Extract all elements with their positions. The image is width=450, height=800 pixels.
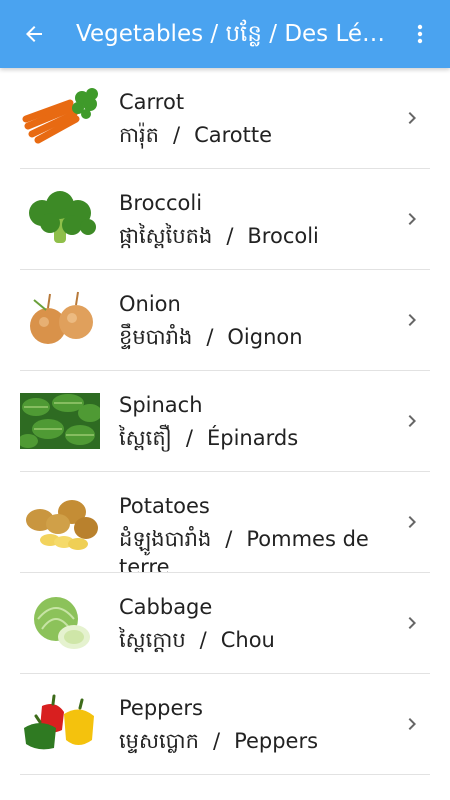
- item-name-fr: Chou: [220, 628, 275, 652]
- app-bar: Vegetables / បន្លែ / Des Légumes: [0, 0, 450, 68]
- chevron-right-icon: [408, 718, 416, 730]
- cabbage-image: [34, 597, 90, 649]
- item-name-en: Carrot: [119, 90, 185, 114]
- item-translations: ស្ពៃតឿ / Épinards: [119, 424, 389, 452]
- carrot-image: [22, 88, 98, 144]
- item-name-fr: Brocoli: [247, 224, 319, 248]
- separator: /: [226, 224, 234, 248]
- separator: /: [199, 628, 207, 652]
- item-name-km: ស្ពៃក្តោប: [119, 628, 186, 652]
- item-name-km: ដំឡូងបារាំង: [119, 527, 212, 551]
- item-translations: ខ្ទឹមបារាំង / Oignon: [119, 323, 389, 351]
- separator: /: [225, 527, 233, 551]
- item-name-fr: Oignon: [227, 325, 303, 349]
- item-translations: ការ៉ុត / Carotte: [119, 121, 389, 149]
- item-name-en: Broccoli: [119, 191, 203, 215]
- peppers-image: [24, 694, 94, 750]
- chevron-right-icon: [408, 314, 416, 326]
- item-translations: ម្ទេសប្លោក / Peppers: [119, 727, 389, 755]
- list-item-broccoli[interactable]: Broccoli ផ្កាស្ពៃបៃតង / Brocoli: [20, 169, 430, 270]
- item-translations: ស្ពៃក្តោប / Chou: [119, 626, 389, 654]
- item-name-en: Cabbage: [119, 595, 213, 619]
- chevron-right-icon: [408, 415, 416, 427]
- separator: /: [212, 729, 221, 753]
- item-name-km: ខ្ទឹមបារាំង: [119, 325, 193, 349]
- potatoes-image: [26, 500, 98, 550]
- item-name-en: Peppers: [119, 696, 203, 720]
- item-name-km: ការ៉ុត: [119, 123, 159, 147]
- item-name-fr: Peppers: [234, 729, 319, 753]
- item-name-fr: Carotte: [194, 123, 273, 147]
- list-item-peppers[interactable]: Peppers ម្ទេសប្លោក / Peppers: [20, 674, 430, 775]
- item-translations: ដំឡូងបារាំង / Pommes de terre: [119, 525, 389, 572]
- arrow-back-icon: [26, 26, 42, 42]
- broccoli-image: [29, 191, 96, 243]
- vegetable-list: Carrot ការ៉ុត / Carotte Broccoli ផ្កាស្ពៃប…: [0, 68, 450, 775]
- separator: /: [185, 426, 193, 450]
- list-item-carrot[interactable]: Carrot ការ៉ុត / Carotte: [20, 68, 430, 169]
- overflow-menu-button[interactable]: [398, 10, 442, 58]
- item-name-km: ស្ពៃតឿ: [119, 426, 172, 450]
- item-name-en: Spinach: [119, 393, 203, 417]
- list-item-potatoes[interactable]: Potatoes ដំឡូងបារាំង / Pommes de terre: [20, 472, 430, 573]
- separator: /: [173, 123, 181, 147]
- list-item-onion[interactable]: Onion ខ្ទឹមបារាំង / Oignon: [20, 270, 430, 371]
- onion-image: [30, 291, 93, 344]
- spinach-image: [20, 393, 100, 449]
- item-name-en: Potatoes: [119, 494, 210, 518]
- separator: /: [206, 325, 214, 349]
- chevron-right-icon: [408, 516, 416, 528]
- item-translations: ផ្កាស្ពៃបៃតង / Brocoli: [119, 222, 389, 250]
- list-item-spinach[interactable]: Spinach ស្ពៃតឿ / Épinards: [20, 371, 430, 472]
- page-title: Vegetables / បន្លែ / Des Légumes: [76, 21, 394, 47]
- chevron-right-icon: [408, 617, 416, 629]
- item-name-km: ផ្កាស្ពៃបៃតង: [119, 224, 213, 248]
- item-name-km: ម្ទេសប្លោក: [119, 729, 199, 753]
- back-button[interactable]: [10, 10, 58, 58]
- more-vert-icon: [417, 24, 423, 44]
- item-name-en: Onion: [119, 292, 181, 316]
- chevron-right-icon: [408, 112, 416, 124]
- list-item-cabbage[interactable]: Cabbage ស្ពៃក្តោប / Chou: [20, 573, 430, 674]
- item-name-fr: Épinards: [207, 426, 299, 450]
- chevron-right-icon: [408, 213, 416, 225]
